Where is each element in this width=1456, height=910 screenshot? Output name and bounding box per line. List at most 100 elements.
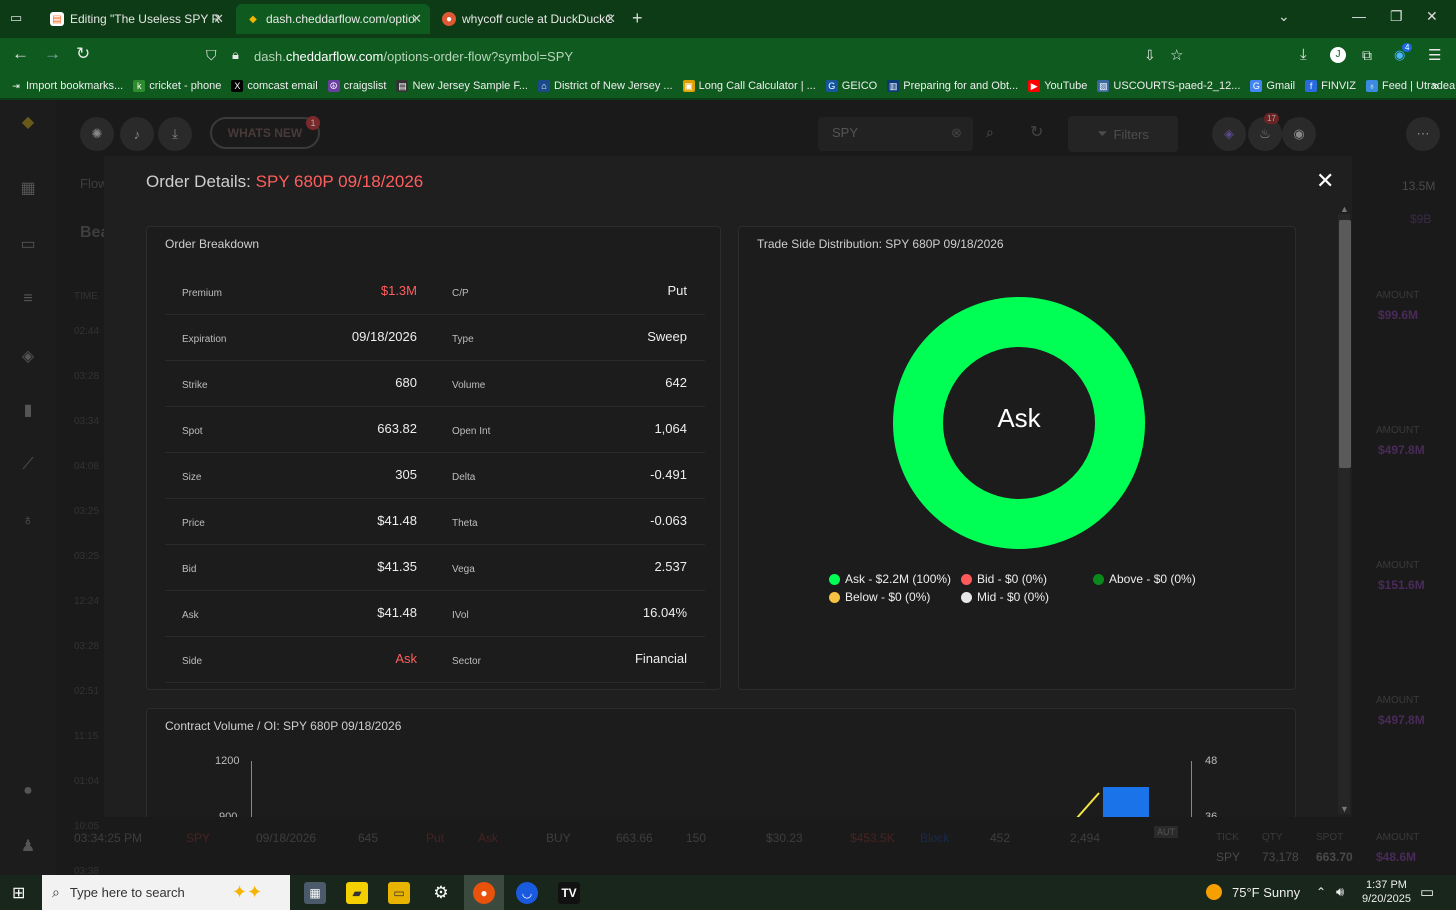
bg-time-cell: 02:44 [74, 326, 100, 337]
forward-button[interactable]: → [44, 44, 61, 64]
menu-icon[interactable]: ☰ [1428, 46, 1441, 64]
lightbulb-icon[interactable]: ♁ [18, 512, 38, 532]
tab-editing[interactable]: ▤ Editing "The Useless SPY Report ✕ [40, 4, 232, 34]
bookmark-item[interactable]: ▧ USCOURTS-paed-2_12... [1097, 80, 1240, 92]
maximize-button[interactable]: ❐ [1390, 8, 1403, 25]
bg-ticker-value: 73,178 [1262, 850, 1299, 864]
volume-icon[interactable]: 🔊︎ [1336, 884, 1344, 900]
scroll-up-icon[interactable]: ▲ [1340, 204, 1349, 214]
close-icon[interactable]: ✕ [213, 11, 224, 27]
bookmark-item[interactable]: k cricket - phone [133, 80, 221, 92]
breakdown-value: $41.35 [377, 559, 417, 574]
user-icon[interactable]: ♟ [18, 836, 38, 856]
breakdown-value: 16.04% [642, 605, 687, 620]
bookmark-item[interactable]: ⌂ District of New Jersey ... [538, 80, 673, 92]
legend-item[interactable]: Below - $0 (0%) [829, 590, 930, 604]
bookmark-item[interactable]: ▣ Long Call Calculator | ... [682, 80, 816, 92]
tab-actions-icon[interactable]: ▭ [10, 10, 22, 26]
downloads-icon[interactable]: ⤓ [1300, 46, 1307, 63]
doc-icon: ▤ [396, 80, 409, 92]
settings-gear-icon[interactable]: ⚙ [430, 882, 452, 904]
minimize-button[interactable]: — [1352, 8, 1366, 24]
account-avatar[interactable]: J [1330, 47, 1346, 63]
taskbar-clock[interactable]: 1:37 PM 9/20/2025 [1362, 878, 1411, 906]
list-icon[interactable]: ≡ [18, 290, 38, 310]
filters-button[interactable]: ⏷ Filters [1068, 116, 1178, 152]
modal-close-button[interactable]: ✕ [1316, 168, 1334, 194]
page-download-icon[interactable]: ⇩ [1144, 47, 1156, 64]
refresh-icon[interactable]: ↻ [1030, 122, 1043, 142]
scroll-down-icon[interactable]: ▼ [1340, 804, 1349, 814]
legend-item[interactable]: Bid - $0 (0%) [961, 572, 1047, 586]
bookmarks-overflow-icon[interactable]: » [1432, 78, 1439, 93]
breakdown-label: Size [182, 472, 202, 483]
file-explorer-icon[interactable]: ▭ [388, 882, 410, 904]
legend-item[interactable]: Ask - $2.2M (100%) [829, 572, 951, 586]
close-window-button[interactable]: ✕ [1426, 8, 1438, 25]
bookmark-star-icon[interactable]: ☆ [1170, 46, 1183, 64]
more-icon[interactable]: ⋯ [1406, 117, 1440, 151]
bookmark-item[interactable]: Xcomcast email [231, 80, 318, 92]
tab-list-chevron-icon[interactable]: ⌄ [1278, 8, 1290, 25]
bookmark-item[interactable]: ▶ YouTube [1028, 80, 1087, 92]
symbol-search-input[interactable]: SPY [818, 117, 973, 151]
lock-icon[interactable]: 🔒︎ [232, 47, 239, 63]
tab-duckduckgo[interactable]: ● whycoff cucle at DuckDuckGo ✕ [432, 4, 624, 34]
bar-chart-icon[interactable]: ▮ [18, 400, 38, 420]
download-icon[interactable]: ⤓ [158, 117, 192, 151]
tray-chevron-icon[interactable]: ⌃ [1316, 885, 1326, 899]
calculator-icon[interactable]: ▦ [304, 882, 326, 904]
trade-side-title: Trade Side Distribution: SPY 680P 09/18/… [757, 237, 1004, 251]
extension-badge: 4 [1402, 43, 1413, 52]
url-bar[interactable]: dash.cheddarflow.com/options-order-flow?… [254, 49, 573, 64]
left-nav: ◆ ▦ ▭ ≡ ◈ ▮ ⟋ ♁ ● ♟ [0, 100, 56, 875]
back-button[interactable]: ← [12, 44, 29, 64]
breakdown-value: 642 [665, 375, 687, 390]
windows-start-icon[interactable]: ⊞ [12, 883, 25, 903]
legend-item[interactable]: Above - $0 (0%) [1093, 572, 1196, 586]
sticky-notes-icon[interactable]: ▰ [346, 882, 368, 904]
order-breakdown-title: Order Breakdown [165, 237, 260, 251]
layers-icon[interactable]: ◈ [18, 346, 38, 366]
reload-button[interactable]: ↻ [76, 44, 90, 64]
bookmark-item[interactable]: G Gmail [1250, 80, 1295, 92]
clear-search-icon[interactable]: ⊗ [951, 125, 962, 141]
bookmark-item[interactable]: ☮ craigslist [327, 80, 386, 92]
notifications-icon[interactable]: ▭ [1420, 883, 1434, 901]
tab-cheddarflow[interactable]: ◆ dash.cheddarflow.com/options- ✕ [236, 4, 430, 34]
close-icon[interactable]: ✕ [605, 11, 616, 27]
extensions-icon[interactable]: ⧉ [1362, 47, 1372, 64]
bookmark-item[interactable]: ▥ Preparing for and Obt... [887, 80, 1018, 92]
finviz-icon: f [1305, 80, 1318, 92]
mail-app-icon[interactable]: ◡ [516, 882, 538, 904]
bg-row-cell: BUY [546, 831, 571, 845]
close-icon[interactable]: ✕ [411, 11, 422, 27]
bg-ticker-header: SPOT [1316, 832, 1344, 843]
new-tab-button[interactable]: + [632, 8, 643, 29]
taskbar-search-input[interactable]: ⌕ Type here to search ✦✦ [42, 875, 290, 910]
search-icon[interactable]: ⌕ [986, 124, 994, 141]
calendar-icon[interactable]: ▭ [18, 234, 38, 254]
bookmark-item[interactable]: ▤ New Jersey Sample F... [396, 80, 528, 92]
bookmark-item[interactable]: ♁ Feed | Utradea [1365, 80, 1455, 92]
weather-widget[interactable]: 75°F Sunny [1206, 884, 1300, 900]
tradingview-icon[interactable]: TV [558, 882, 580, 904]
eye-icon[interactable]: ◉ [1282, 117, 1316, 151]
grid-icon[interactable]: ▦ [18, 178, 38, 198]
bg-time-cell: 02:51 [74, 686, 100, 697]
legend-label: Above - $0 (0%) [1109, 572, 1196, 586]
bookmark-item[interactable]: ⇥ Import bookmarks... [10, 80, 123, 92]
bookmark-item[interactable]: f FINVIZ [1305, 80, 1356, 92]
modal-scroll-thumb[interactable] [1339, 220, 1351, 468]
layers-button[interactable]: ◈ [1212, 117, 1246, 151]
bookmark-item[interactable]: G GEICO [825, 80, 877, 92]
legend-item[interactable]: Mid - $0 (0%) [961, 590, 1049, 604]
shield-icon[interactable]: ⛉ [206, 47, 217, 64]
line-chart-icon[interactable]: ⟋ [18, 456, 38, 476]
breakdown-value: 680 [395, 375, 417, 390]
whats-new-button[interactable]: WHATS NEW [210, 117, 320, 149]
sound-icon[interactable]: ♪ [120, 117, 154, 151]
openai-icon[interactable]: ✺ [80, 117, 114, 151]
firefox-icon[interactable]: ● [473, 882, 495, 904]
browser-chrome: ▭ ▤ Editing "The Useless SPY Report ✕ ◆ … [0, 0, 1456, 100]
